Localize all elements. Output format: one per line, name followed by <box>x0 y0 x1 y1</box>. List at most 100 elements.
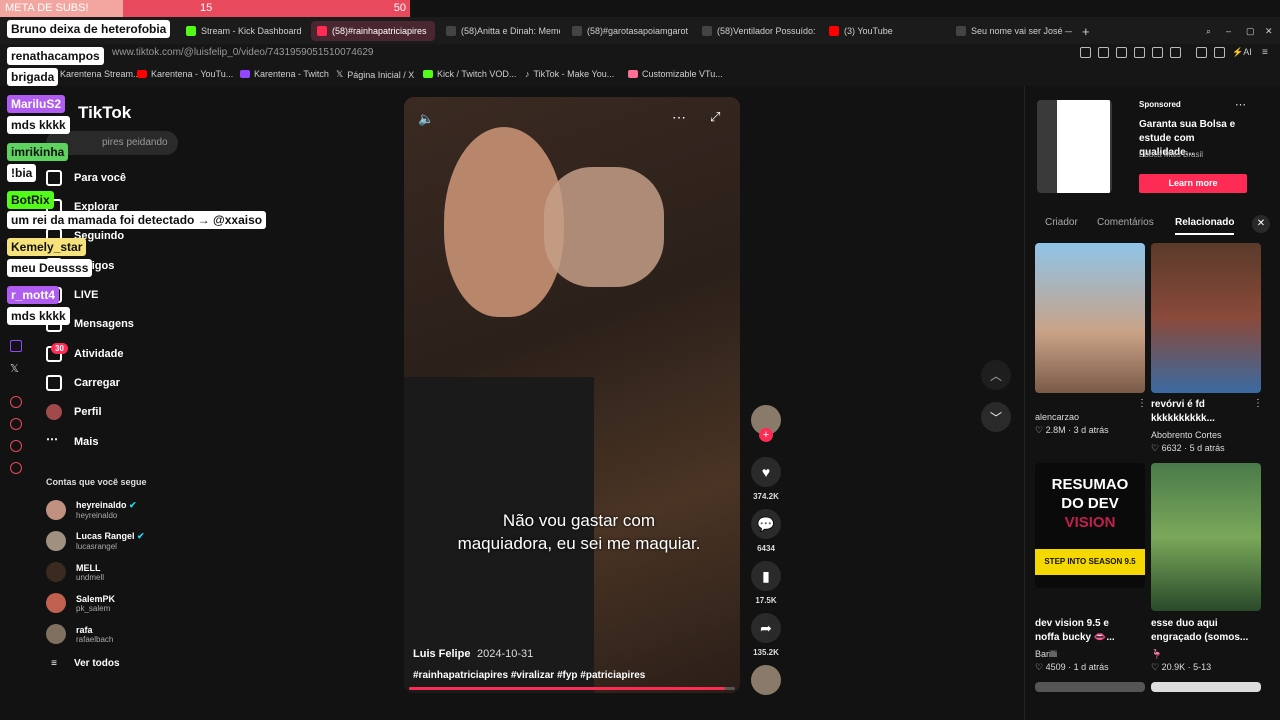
share-button[interactable]: ➦ 135.2K <box>751 613 781 657</box>
tab-relacionado[interactable]: Relacionado <box>1175 217 1235 235</box>
search-tabs-icon[interactable]: ⌕ <box>1200 21 1218 41</box>
music-disc-icon <box>751 665 781 695</box>
video-hashtags[interactable]: #rainhapatriciapires #viralizar #fyp #pa… <box>413 670 645 681</box>
following-item[interactable]: MELL undmell <box>46 562 104 582</box>
heart-icon[interactable] <box>1170 47 1181 58</box>
tab-youtube[interactable]: (3) YouTube <box>823 21 943 41</box>
fullscreen-icon[interactable]: ⤢ <box>710 109 720 125</box>
following-handle: undmell <box>76 572 105 582</box>
related-more-icon[interactable]: ⋮ <box>1137 398 1147 409</box>
download-icon[interactable] <box>1214 47 1225 58</box>
screenshot-icon[interactable] <box>1098 47 1109 58</box>
related-title[interactable]: dev vision 9.5 e noffa bucky 👄... <box>1035 617 1133 645</box>
video-player[interactable]: 🔈 ⋯ ⤢ Não vou gastar com maquiadora, eu s… <box>404 97 740 693</box>
youtube-icon <box>137 70 147 78</box>
translate-icon[interactable] <box>1134 47 1145 58</box>
tiktok-logo[interactable]: TikTok <box>78 103 131 123</box>
share-count: 135.2K <box>753 648 779 657</box>
youtube-icon <box>829 26 839 36</box>
following-handle: pk_salem <box>76 603 111 613</box>
tab-kick-dashboard[interactable]: Stream - Kick Dashboard <box>180 21 305 41</box>
bookmark-x[interactable]: 𝕏 Página Inicial / X <box>336 69 414 80</box>
related-author[interactable]: Abobrento Cortes <box>1151 430 1222 440</box>
x-icon[interactable]: 𝕏 <box>10 362 22 375</box>
twitch-icon[interactable] <box>10 340 22 352</box>
bookmark-tiktok[interactable]: ♪ TikTok - Make You... <box>525 69 614 79</box>
related-title[interactable]: revórvi é fd kkkkkkkkkk... <box>1151 398 1249 426</box>
see-all-following[interactable]: ≡ Ver todos <box>46 658 120 669</box>
follow-plus-icon[interactable]: + <box>759 428 773 442</box>
related-thumbnail[interactable] <box>1151 463 1261 611</box>
video-author[interactable]: Luis Felipe <box>413 648 470 660</box>
tiktok-icon <box>702 26 712 36</box>
menu-icon[interactable]: ≡ <box>1262 47 1273 58</box>
play-icon[interactable] <box>1152 47 1163 58</box>
ai-icon[interactable]: ⚡AI <box>1232 47 1256 58</box>
wallet-icon[interactable] <box>1196 47 1207 58</box>
related-thumbnail[interactable] <box>1151 243 1261 393</box>
save-button[interactable]: ▮ 17.5K <box>751 561 781 605</box>
gear-icon[interactable] <box>10 462 22 474</box>
tab-criador[interactable]: Criador <box>1045 217 1078 228</box>
related-more-icon[interactable]: ⋮ <box>1253 398 1263 409</box>
related-author[interactable]: Barilli <box>1035 649 1057 659</box>
tab-ventilador[interactable]: (58)Ventilador Possuído: V <box>696 21 818 41</box>
volume-icon[interactable]: 🔈 <box>418 111 434 127</box>
ad-more-icon[interactable]: ⋯ <box>1235 98 1246 111</box>
related-thumbnail[interactable] <box>1035 682 1145 692</box>
related-thumbnail[interactable] <box>1151 682 1261 692</box>
tab-tiktok-active[interactable]: (58)#rainhapatriciapires <box>311 21 435 41</box>
previous-video-button[interactable]: ︿ <box>981 360 1011 390</box>
browser-tab-strip: Stream - Kick Dashboard (58)#rainhapatri… <box>0 17 1280 44</box>
clock-icon[interactable] <box>10 418 22 430</box>
related-meta-text: 4509 · 1 d atrás <box>1045 662 1109 672</box>
bookmark-icon[interactable] <box>1080 47 1091 58</box>
extension-icon[interactable] <box>1116 47 1127 58</box>
following-item[interactable]: heyreinaldo ✔ heyreinaldo <box>46 500 137 520</box>
nav-mais[interactable]: ⋯ Mais <box>46 433 98 450</box>
thumb-text-banner: STEP INTO SEASON 9.5 <box>1035 549 1145 575</box>
bookmark-karentena-twitch[interactable]: Karentena - Twitch <box>240 69 329 79</box>
record-icon[interactable] <box>10 396 22 408</box>
bookmark-vtuber[interactable]: Customizable VTu... <box>628 69 723 79</box>
following-item[interactable]: SalemPK pk_salem <box>46 593 115 613</box>
tab-anitta[interactable]: (58)Anitta e Dinah: Memes <box>440 21 560 41</box>
maximize-icon[interactable]: ▢ <box>1240 21 1258 41</box>
like-button[interactable]: ♥ 374.2K <box>751 457 781 501</box>
nav-carregar[interactable]: Carregar <box>46 375 120 391</box>
related-author[interactable]: alencarzao <box>1035 412 1079 422</box>
related-meta: ♡ 6632 · 5 d atrás <box>1151 443 1225 454</box>
comment-button[interactable]: 💬 6434 <box>751 509 781 553</box>
next-video-button[interactable]: ﹀ <box>981 402 1011 432</box>
close-window-icon[interactable]: ✕ <box>1259 21 1277 41</box>
related-thumbnail[interactable]: RESUMAO DO DEV VISION STEP INTO SEASON 9.5 <box>1035 463 1145 588</box>
speaker-icon[interactable] <box>10 440 22 452</box>
kick-icon <box>186 26 196 36</box>
more-options-icon[interactable]: ⋯ <box>672 109 686 126</box>
see-all-label: Ver todos <box>74 658 120 669</box>
following-item[interactable]: Lucas Rangel ✔ lucasrangel <box>46 531 145 551</box>
tab-jose[interactable]: Seu nome vai ser José — T <box>950 21 1072 41</box>
thumb-text-line: RESUMAO <box>1051 476 1129 493</box>
related-title[interactable]: esse duo aqui engraçado (somos... <box>1151 617 1249 645</box>
music-disc-button[interactable] <box>751 665 781 695</box>
related-author[interactable]: 🦩 <box>1151 649 1162 660</box>
bookmark-kick-vod[interactable]: Kick / Twitch VOD... <box>423 69 516 79</box>
close-icon[interactable]: ✕ <box>1252 215 1270 233</box>
url-text[interactable]: www.tiktok.com/@luisfelip_0/video/743195… <box>112 47 373 58</box>
tab-comentarios[interactable]: Comentários <box>1097 217 1154 228</box>
new-tab-button[interactable]: + <box>1076 21 1096 41</box>
learn-more-button[interactable]: Learn more <box>1139 174 1247 193</box>
bookmark-karentena-stream[interactable]: Karentena Stream... <box>60 69 141 79</box>
minimize-icon[interactable]: – <box>1220 21 1238 41</box>
nav-perfil[interactable]: Perfil <box>46 404 102 420</box>
related-thumbnail[interactable] <box>1035 243 1145 393</box>
tab-garotas[interactable]: (58)#garotasapoiamgarota <box>566 21 688 41</box>
ad-thumbnail[interactable] <box>1037 100 1112 193</box>
tiktok-icon: ♪ <box>525 69 530 79</box>
author-avatar-button[interactable]: + <box>751 405 781 442</box>
bookmark-karentena-youtube[interactable]: Karentena - YouTu... <box>137 69 233 79</box>
nav-para-voce[interactable]: Para você <box>46 170 126 186</box>
video-progress-bar[interactable] <box>409 687 735 690</box>
following-item[interactable]: rafa rafaelbach <box>46 624 113 644</box>
